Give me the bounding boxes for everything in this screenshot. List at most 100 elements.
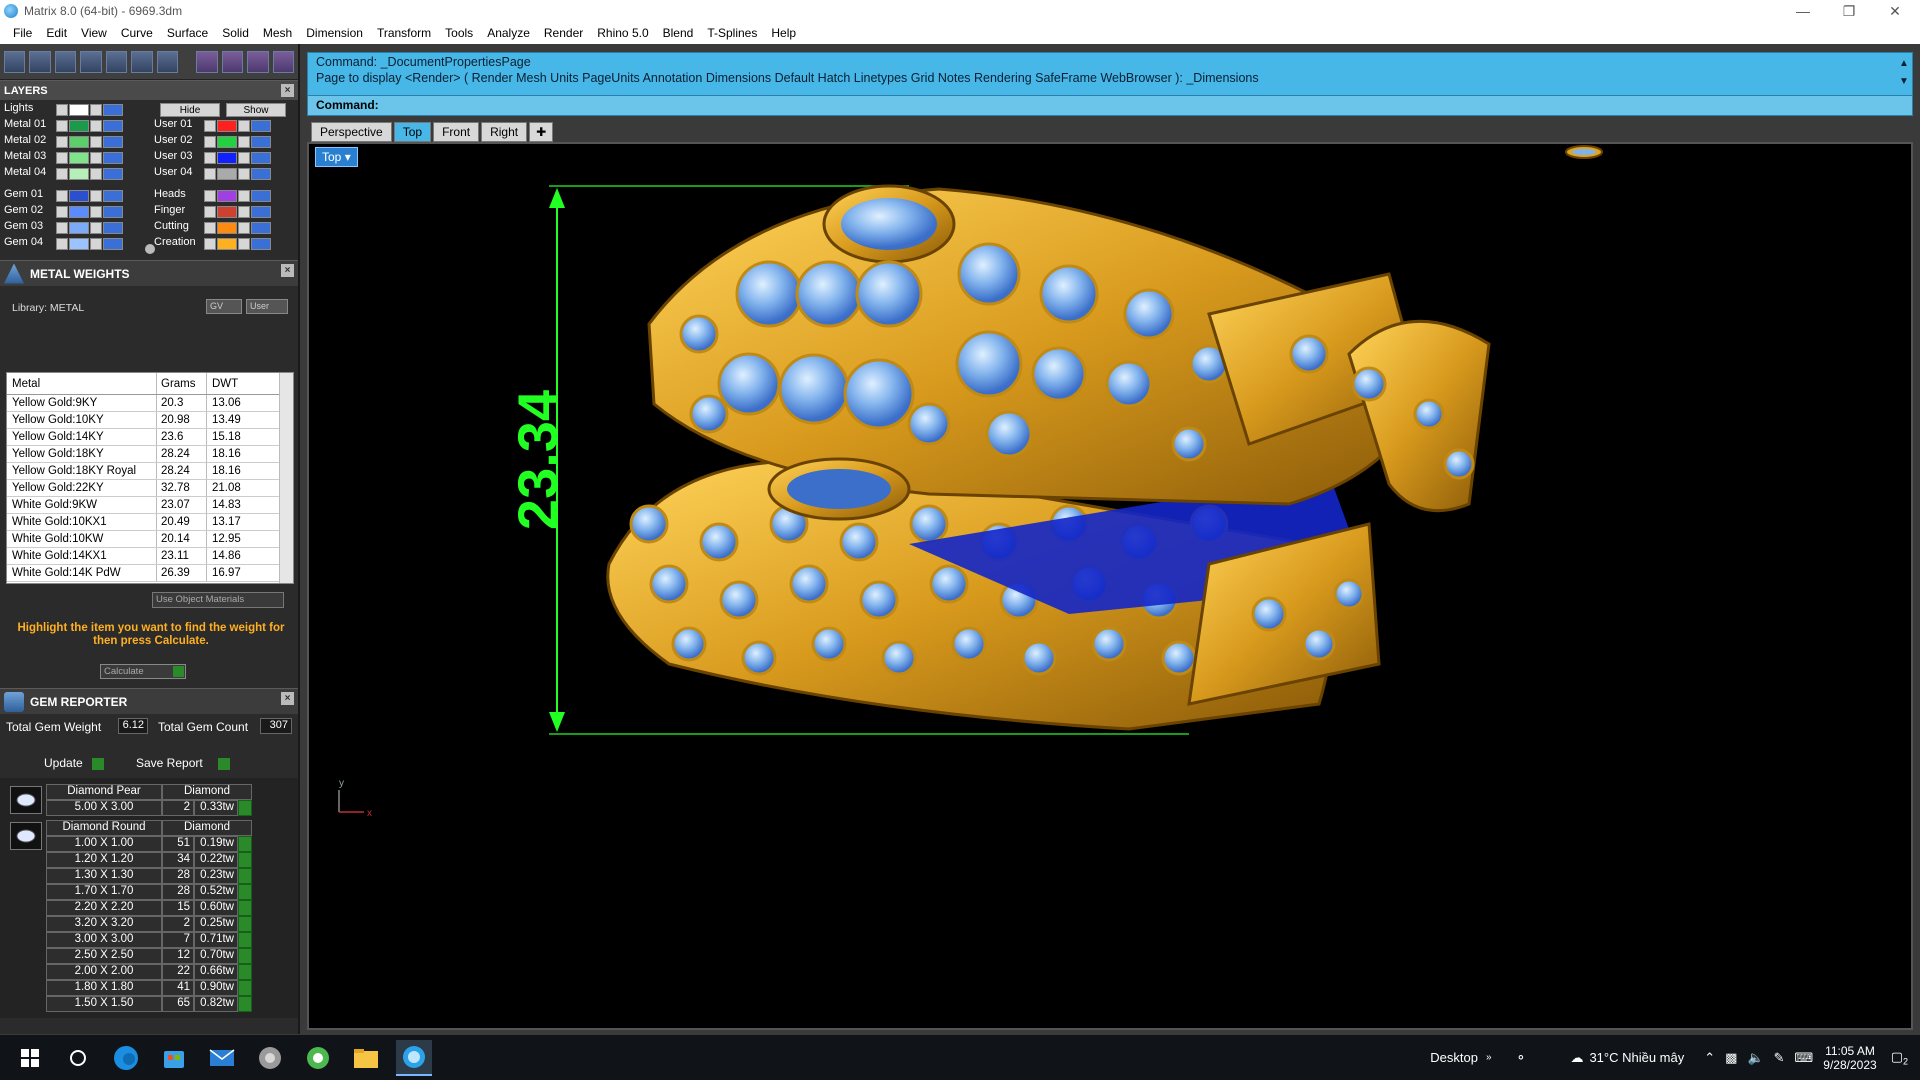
layer-controls[interactable] (204, 222, 271, 234)
mail-icon[interactable] (204, 1040, 240, 1076)
layer-controls[interactable] (56, 190, 123, 202)
menu-edit[interactable]: Edit (39, 26, 74, 40)
metal-table-row[interactable]: Yellow Gold:22KY 32.78 21.08 (7, 480, 293, 497)
close-icon[interactable]: × (281, 692, 294, 705)
add-view-icon[interactable]: ✚ (529, 122, 554, 142)
menu-analyze[interactable]: Analyze (480, 26, 537, 40)
layer-controls[interactable] (204, 238, 271, 250)
gem-row[interactable]: 1.30 X 1.30 28 0.23tw (46, 868, 266, 884)
layer-color-swatch[interactable] (69, 168, 89, 180)
gem-row[interactable]: 1.50 X 1.50 65 0.82tw (46, 996, 266, 1012)
layer-controls[interactable] (56, 120, 123, 132)
gem-row[interactable]: 3.00 X 3.00 7 0.71tw (46, 932, 266, 948)
layer-color-swatch[interactable] (217, 206, 237, 218)
play-icon[interactable] (238, 884, 252, 900)
layer-name[interactable]: Finger (154, 204, 204, 216)
layer-color-swatch[interactable] (217, 190, 237, 202)
command-prompt[interactable]: Command: (308, 95, 1912, 115)
column-header-metal[interactable]: Metal (7, 373, 157, 394)
menu-tsplines[interactable]: T-Splines (700, 26, 764, 40)
metal-table-row[interactable]: White Gold:10KW 20.14 12.95 (7, 531, 293, 548)
layer-color-swatch[interactable] (69, 238, 89, 250)
layer-name[interactable]: Gem 04 (4, 236, 54, 248)
play-icon[interactable] (238, 948, 252, 964)
layer-name[interactable]: Gem 01 (4, 188, 54, 200)
layer-name[interactable]: Cutting (154, 220, 204, 232)
play-icon[interactable] (238, 996, 252, 1012)
play-icon[interactable] (238, 980, 252, 996)
layer-color-swatch[interactable] (217, 222, 237, 234)
gem-row[interactable]: 5.00 X 3.00 2 0.33tw (46, 800, 266, 816)
menu-curve[interactable]: Curve (114, 26, 160, 40)
menu-blend[interactable]: Blend (656, 26, 701, 40)
menu-surface[interactable]: Surface (160, 26, 215, 40)
layer-controls[interactable] (56, 222, 123, 234)
layer-controls[interactable] (204, 136, 271, 148)
save-report-button[interactable]: Save Report (136, 756, 231, 770)
windows-start-icon[interactable] (12, 1040, 48, 1076)
close-icon[interactable]: × (281, 264, 294, 277)
play-icon[interactable] (238, 800, 252, 816)
user-button[interactable]: User (246, 299, 288, 314)
layer-controls[interactable] (56, 238, 123, 250)
metal-table-row[interactable]: White Gold:14K PdW 26.39 16.97 (7, 565, 293, 582)
desktop-toolbar[interactable]: Desktop (1430, 1050, 1478, 1065)
gem-shape-icon[interactable] (10, 822, 42, 850)
layer-controls[interactable] (56, 152, 123, 164)
column-header-grams[interactable]: Grams (157, 373, 207, 394)
metal-table-row[interactable]: Yellow Gold:10KY 20.98 13.49 (7, 412, 293, 429)
layer-name[interactable]: User 01 (154, 118, 204, 130)
gem-row[interactable]: 2.20 X 2.20 15 0.60tw (46, 900, 266, 916)
ring-thumbnail-icon[interactable] (1565, 145, 1603, 159)
layer-name[interactable]: Metal 01 (4, 118, 54, 130)
play-icon[interactable] (238, 916, 252, 932)
keyboard-icon[interactable]: ⌨ (1795, 1050, 1814, 1066)
command-scrollbar[interactable]: ▲ ▼ (1898, 55, 1910, 91)
filter-tool-icon[interactable] (105, 50, 128, 73)
cylinder-tool-icon[interactable] (80, 50, 102, 73)
menu-solid[interactable]: Solid (215, 26, 256, 40)
menu-tools[interactable]: Tools (438, 26, 480, 40)
close-icon[interactable]: × (281, 84, 294, 97)
play-icon[interactable] (238, 836, 252, 852)
layer-name[interactable]: User 02 (154, 134, 204, 146)
layer-color-swatch[interactable] (217, 168, 237, 180)
layer-color-swatch[interactable] (69, 190, 89, 202)
network-icon[interactable]: ▩ (1725, 1050, 1737, 1066)
close-button[interactable]: ✕ (1872, 0, 1918, 22)
store-icon[interactable] (156, 1040, 192, 1076)
layer-name[interactable]: Metal 03 (4, 150, 54, 162)
metal-table-scrollbar[interactable] (279, 373, 293, 583)
weather-icon[interactable]: ☁ (1570, 1050, 1583, 1066)
reporter-tool-icon[interactable] (272, 50, 295, 73)
window-tool-icon[interactable] (29, 50, 51, 73)
layout-tool-icon[interactable] (156, 50, 179, 73)
layer-controls[interactable] (56, 168, 123, 180)
weather-text[interactable]: 31°C Nhiều mây (1589, 1050, 1684, 1065)
gem-row[interactable]: 1.70 X 1.70 28 0.52tw (46, 884, 266, 900)
tab-perspective[interactable]: Perspective (311, 122, 392, 142)
metal-table-row[interactable]: Yellow Gold:18KY Royal 28.24 18.16 (7, 463, 293, 480)
play-icon[interactable] (238, 852, 252, 868)
gem-row[interactable]: 2.00 X 2.00 22 0.66tw (46, 964, 266, 980)
calculate-button[interactable]: Calculate (100, 664, 186, 679)
search-icon[interactable] (60, 1040, 96, 1076)
gem-row[interactable]: 1.80 X 1.80 41 0.90tw (46, 980, 266, 996)
render-tool-icon[interactable] (196, 50, 218, 73)
minimize-button[interactable]: — (1780, 0, 1826, 22)
settings-tool-icon[interactable] (247, 50, 269, 73)
menu-view[interactable]: View (74, 26, 114, 40)
metal-table-row[interactable]: White Gold:10KX1 20.49 13.17 (7, 514, 293, 531)
notification-icon[interactable]: ▢2 (1891, 1049, 1908, 1067)
layer-color-swatch[interactable] (69, 120, 89, 132)
menu-help[interactable]: Help (764, 26, 803, 40)
tab-top[interactable]: Top (393, 122, 432, 142)
metal-table-row[interactable]: Yellow Gold:9KY 20.3 13.06 (7, 395, 293, 412)
viewport-top[interactable]: Top ▾ 23.34 y x (307, 142, 1913, 1030)
metal-table-row[interactable]: Yellow Gold:18KY 28.24 18.16 (7, 446, 293, 463)
menu-render[interactable]: Render (537, 26, 590, 40)
clock[interactable]: 11:05 AM 9/28/2023 (1823, 1044, 1876, 1072)
column-header-dwt[interactable]: DWT (207, 373, 277, 394)
play-icon[interactable] (238, 932, 252, 948)
layer-color-swatch[interactable] (217, 136, 237, 148)
